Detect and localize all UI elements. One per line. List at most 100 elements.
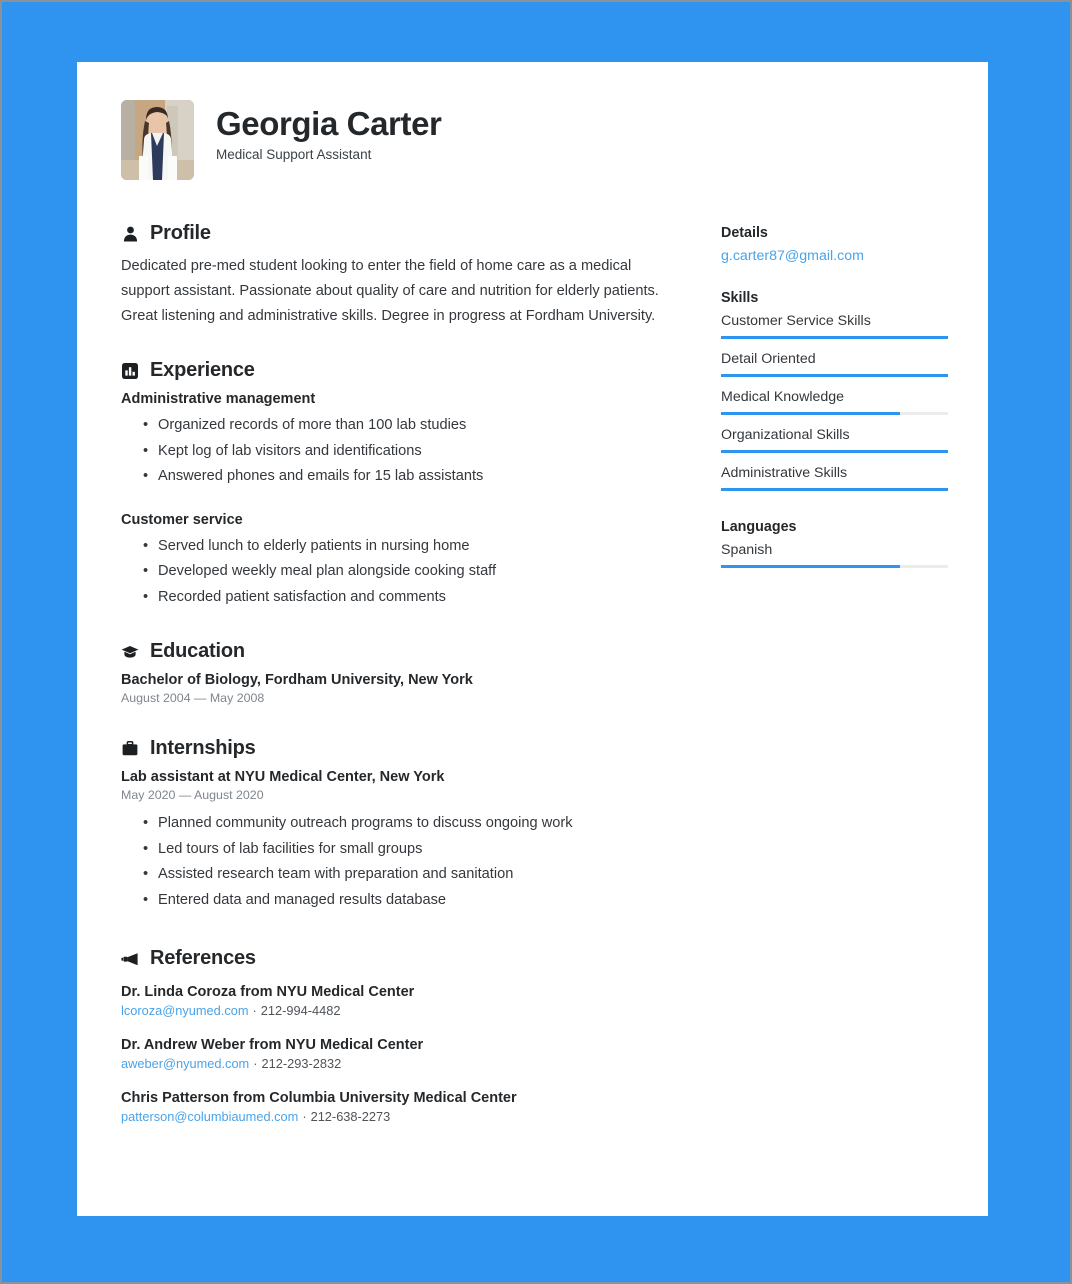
reference-separator: · [252,1003,257,1018]
bullet-item: Recorded patient satisfaction and commen… [121,585,689,611]
section-title-education: Education [150,640,245,662]
skill-bar-track [721,374,948,377]
profile-text: Dedicated pre-med student looking to ent… [121,258,659,324]
skill-bar-fill [721,488,948,491]
skill-bar-fill [721,412,901,415]
bullet-item: Organized records of more than 100 lab s… [121,413,689,439]
reference-contact: patterson@columbiaumed.com · 212-638-2273 [121,1109,689,1124]
sidebar-details: Details g.carter87@gmail.com [721,225,953,264]
entry-date: August 2004 — May 2008 [121,691,265,705]
language-bar-track [721,565,948,568]
internship-entry: Lab assistant at NYU Medical Center, New… [121,769,689,913]
reference-separator: · [253,1056,258,1071]
entry-title: Customer service [121,511,243,528]
reference-name: Dr. Andrew Weber from NYU Medical Center [121,1037,424,1053]
skill-bar-track [721,488,948,491]
reference-email[interactable]: lcoroza@nyumed.com [121,1003,249,1018]
reference-email[interactable]: patterson@columbiaumed.com [121,1109,298,1124]
bullet-item: Developed weekly meal plan alongside coo… [121,559,689,585]
avatar [121,100,194,180]
skill-label: Customer Service Skills [721,313,871,329]
language-bar-fill [721,565,901,568]
bar-chart-icon [121,362,139,380]
skill-bar-track [721,450,948,453]
skill-item: Organizational Skills [721,427,953,453]
entry-bullets: Planned community outreach programs to d… [121,811,689,913]
section-title-internships: Internships [150,737,256,759]
education-entry: Bachelor of Biology, Fordham University,… [121,672,689,705]
skill-bar-track [721,412,948,415]
sidebar-skills: Skills Customer Service Skills Detail Or… [721,290,953,491]
skill-item: Detail Oriented [721,351,953,377]
section-header-profile: Profile [121,222,689,245]
bullet-item: Planned community outreach programs to d… [121,811,689,837]
skill-label: Organizational Skills [721,427,850,443]
skill-bar-track [721,336,948,339]
experience-entry: Customer service Served lunch to elderly… [121,512,689,611]
reference-name: Chris Patterson from Columbia University… [121,1090,517,1106]
reference-contact: lcoroza@nyumed.com · 212-994-4482 [121,1003,689,1018]
section-header-experience: Experience [121,359,689,382]
graduation-cap-icon [121,643,139,661]
section-title-references: References [150,947,256,969]
full-name: Georgia Carter [216,105,442,142]
contact-email[interactable]: g.carter87@gmail.com [721,248,953,264]
section-internships: Internships Lab assistant at NYU Medical… [121,737,689,913]
entry-date: May 2020 — August 2020 [121,788,264,802]
skill-item: Medical Knowledge [721,389,953,415]
resume-body: Profile Dedicated pre-med student lookin… [121,222,948,1124]
megaphone-icon [121,950,139,968]
sidebar-languages: Languages Spanish [721,519,953,568]
skill-bar-fill [721,336,948,339]
bullet-item: Led tours of lab facilities for small gr… [121,837,689,863]
skill-bar-fill [721,374,948,377]
sidebar-heading-languages: Languages [721,519,797,535]
name-block: Georgia Carter Medical Support Assistant [216,100,442,162]
sidebar-heading-skills: Skills [721,290,759,306]
main-column: Profile Dedicated pre-med student lookin… [121,222,689,1124]
screenshot-canvas: Georgia Carter Medical Support Assistant [2,2,1070,1282]
skill-label: Medical Knowledge [721,389,845,405]
sidebar-column: Details g.carter87@gmail.com Skills Cust… [721,222,953,580]
section-experience: Experience Administrative management Org… [121,359,689,610]
sidebar-heading-details: Details [721,225,768,241]
reference-phone: 212-994-4482 [260,1003,341,1018]
entry-bullets: Organized records of more than 100 lab s… [121,413,689,490]
bullet-item: Answered phones and emails for 15 lab as… [121,464,689,490]
entry-title: Administrative management [121,391,316,407]
briefcase-icon [121,740,139,758]
person-icon [121,225,139,243]
entry-bullets: Served lunch to elderly patients in nurs… [121,534,689,611]
reference-name: Dr. Linda Coroza from NYU Medical Center [121,984,415,1000]
skill-item: Customer Service Skills [721,313,953,339]
entry-title: Lab assistant at NYU Medical Center, New… [121,769,445,785]
section-education: Education Bachelor of Biology, Fordham U… [121,640,689,705]
skill-item: Administrative Skills [721,465,953,491]
reference-contact: aweber@nyumed.com · 212-293-2832 [121,1056,689,1071]
job-title: Medical Support Assistant [216,146,372,162]
reference-email[interactable]: aweber@nyumed.com [121,1056,249,1071]
bullet-item: Assisted research team with preparation … [121,862,689,888]
resume-page: Georgia Carter Medical Support Assistant [77,62,988,1216]
skill-label: Administrative Skills [721,465,848,481]
entry-title: Bachelor of Biology, Fordham University,… [121,672,473,688]
bullet-item: Kept log of lab visitors and identificat… [121,439,689,465]
section-header-education: Education [121,640,689,663]
section-header-references: References [121,947,689,970]
language-label: Spanish [721,542,773,558]
bullet-item: Entered data and managed results databas… [121,888,689,914]
section-profile: Profile Dedicated pre-med student lookin… [121,222,689,329]
reference-phone: 212-638-2273 [310,1109,391,1124]
reference-phone: 212-293-2832 [261,1056,342,1071]
reference-separator: · [302,1109,307,1124]
reference-item: Dr. Andrew Weber from NYU Medical Center… [121,1037,689,1071]
reference-item: Dr. Linda Coroza from NYU Medical Center… [121,984,689,1018]
experience-entry: Administrative management Organized reco… [121,391,689,490]
bullet-item: Served lunch to elderly patients in nurs… [121,534,689,560]
skill-bar-fill [721,450,948,453]
section-title-experience: Experience [150,359,255,381]
resume-header: Georgia Carter Medical Support Assistant [121,100,944,180]
section-title-profile: Profile [150,222,211,244]
language-item: Spanish [721,542,953,568]
section-references: References Dr. Linda Coroza from NYU Med… [121,947,689,1124]
